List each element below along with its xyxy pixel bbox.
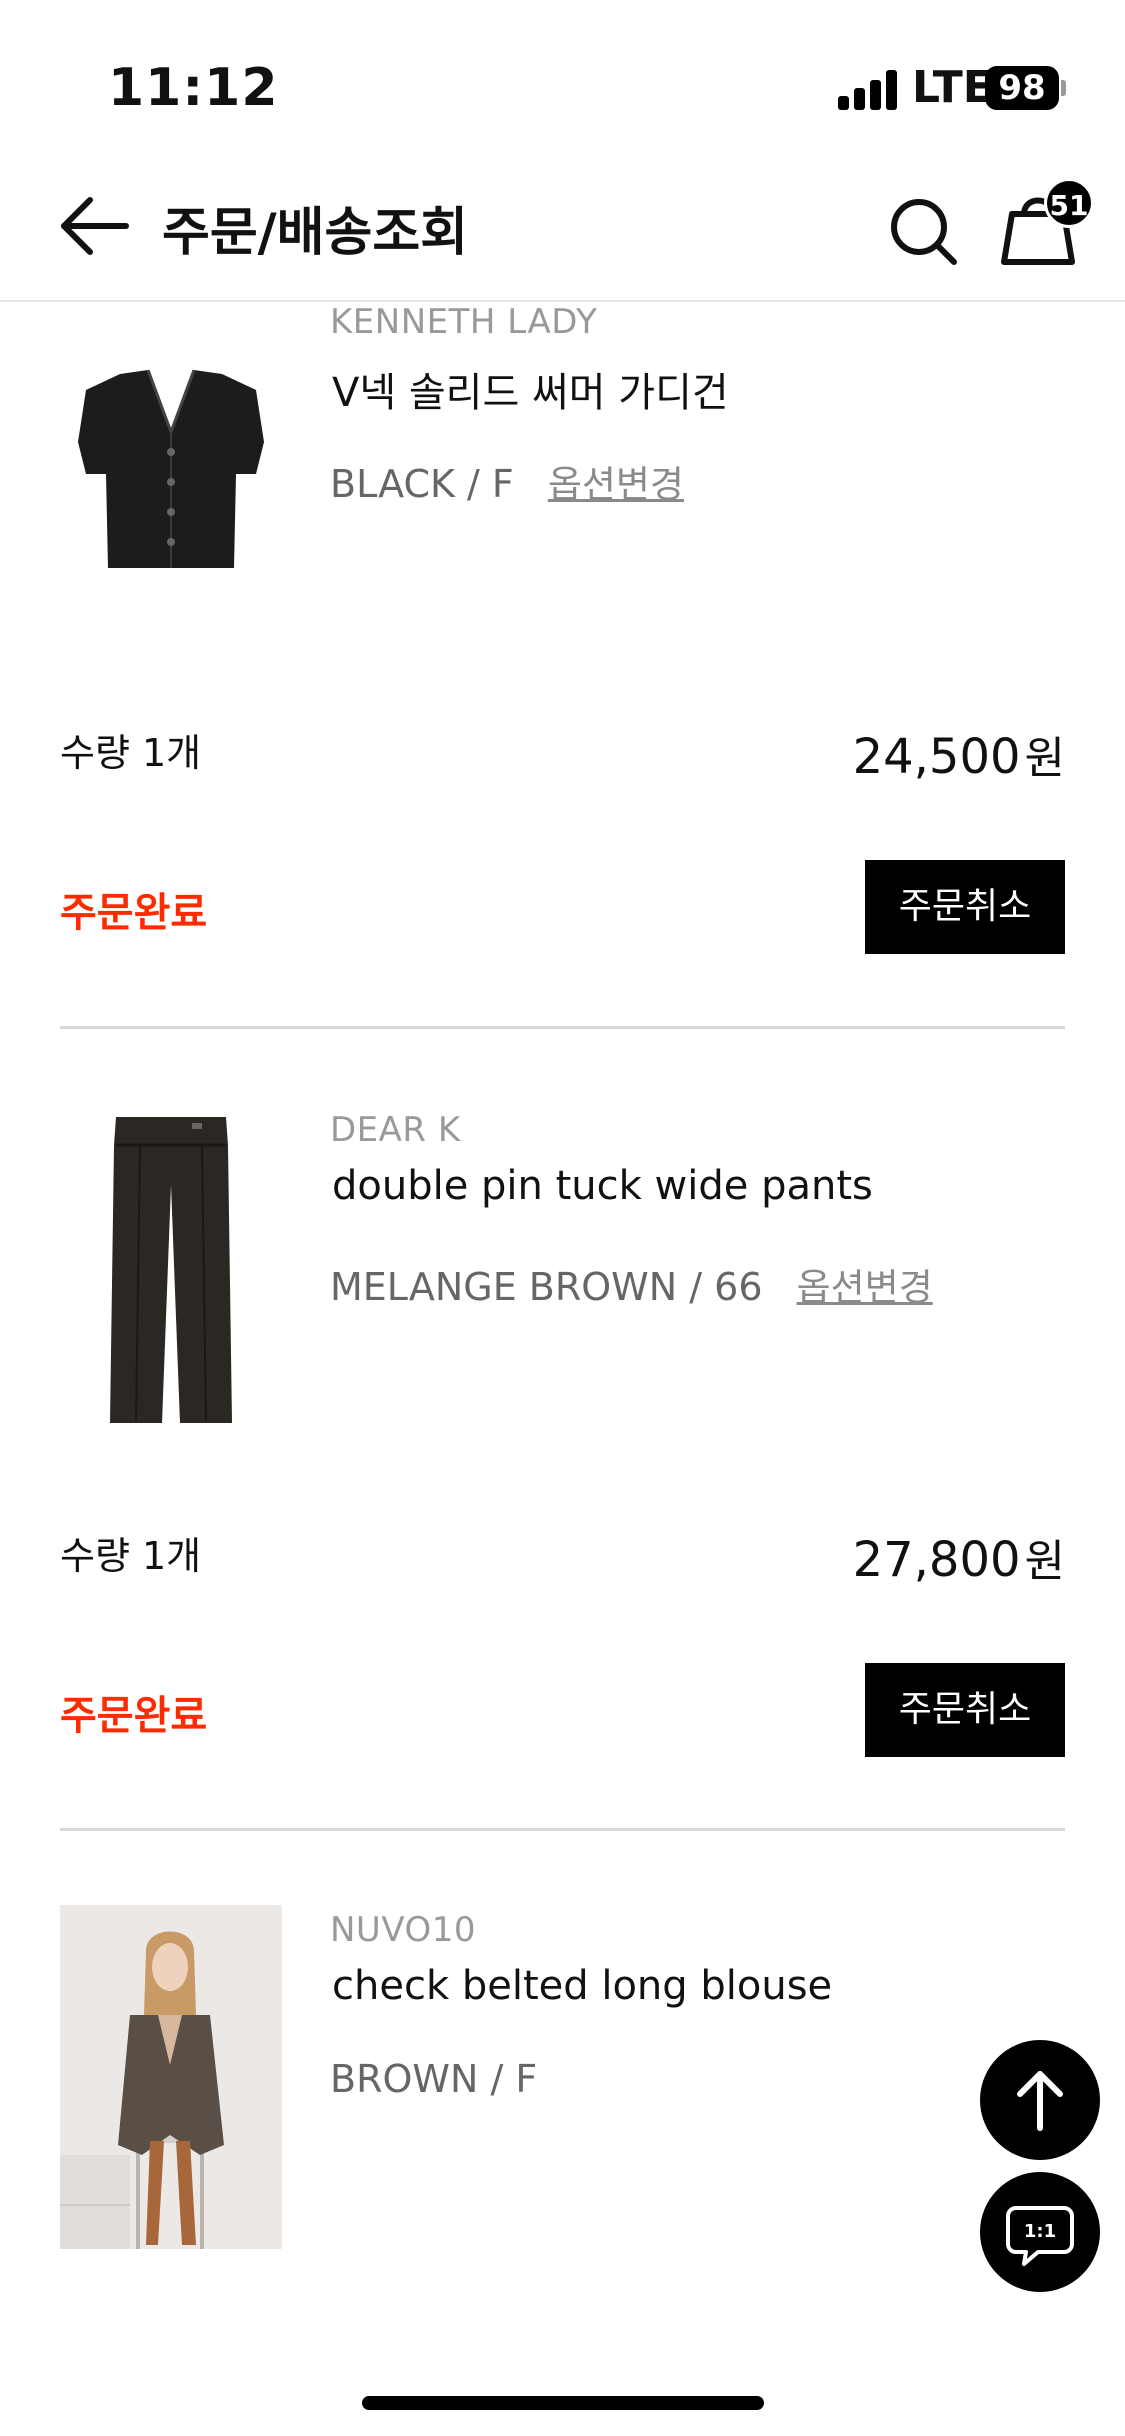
product-name[interactable]: V넥 솔리드 써머 가디건 <box>332 360 729 418</box>
option-change-link[interactable]: 옵션변경 <box>797 1266 933 1309</box>
quantity-label: 수량 1개 <box>60 731 202 775</box>
order-tracking-screen: 11:12 LTE 98 주문/배송조회 51 KENNETH LADY V넥 … <box>0 0 1125 2436</box>
chat-bubble-icon: 1:1 <box>1006 2206 1074 2266</box>
product-name[interactable]: check belted long blouse <box>332 1963 832 2009</box>
product-image-cardigan[interactable] <box>60 362 282 582</box>
cart-button[interactable]: 51 <box>990 178 1094 274</box>
cellular-signal-icon <box>838 70 900 110</box>
arrow-up-icon <box>1017 2071 1063 2131</box>
divider <box>60 1828 1065 1831</box>
status-time: 11:12 <box>108 58 279 118</box>
order-status: 주문완료 <box>60 890 208 936</box>
cancel-order-button[interactable]: 주문취소 <box>865 860 1065 954</box>
divider <box>60 1026 1065 1029</box>
battery-icon: 98 <box>985 66 1066 110</box>
home-indicator <box>362 2396 764 2410</box>
brand-name: NUVO10 <box>330 1910 477 1950</box>
back-button[interactable] <box>56 186 136 266</box>
option-change-link[interactable]: 옵션변경 <box>548 463 684 506</box>
product-option: MELANGE BROWN / 66 옵션변경 <box>330 1257 933 1311</box>
product-image-blouse[interactable] <box>60 1905 282 2249</box>
price-currency: 원 <box>1024 1536 1065 1587</box>
app-header: 주문/배송조회 51 <box>0 150 1125 302</box>
product-name[interactable]: double pin tuck wide pants <box>332 1163 873 1209</box>
price: 27,800원 <box>853 1525 1065 1589</box>
search-button[interactable] <box>884 192 964 272</box>
page-title: 주문/배송조회 <box>162 203 469 263</box>
scroll-to-top-button[interactable] <box>980 2040 1100 2160</box>
cancel-order-button[interactable]: 주문취소 <box>865 1663 1065 1757</box>
product-option: BROWN / F <box>330 2057 537 2101</box>
arrow-left-icon <box>61 197 129 255</box>
chat-support-button[interactable]: 1:1 <box>980 2172 1100 2292</box>
search-icon <box>891 199 957 265</box>
option-value: BLACK / F <box>330 462 514 506</box>
product-image-pants[interactable] <box>60 1105 282 1425</box>
order-status: 주문완료 <box>60 1693 208 1739</box>
battery-level: 98 <box>998 68 1046 108</box>
cart-count-badge: 51 <box>1044 178 1094 228</box>
price-value: 24,500 <box>852 729 1021 785</box>
price-value: 27,800 <box>852 1532 1021 1588</box>
brand-name: KENNETH LADY <box>330 302 598 342</box>
brand-name: DEAR K <box>330 1110 461 1150</box>
price-currency: 원 <box>1024 733 1065 784</box>
quantity-label: 수량 1개 <box>60 1534 202 1578</box>
network-type: LTE <box>912 62 993 113</box>
option-value: MELANGE BROWN / 66 <box>330 1265 763 1309</box>
price: 24,500원 <box>853 722 1065 786</box>
option-value: BROWN / F <box>330 2057 538 2101</box>
product-option: BLACK / F 옵션변경 <box>330 454 684 508</box>
chat-label: 1:1 <box>1024 2221 1056 2242</box>
status-bar: 11:12 LTE 98 <box>0 0 1125 150</box>
